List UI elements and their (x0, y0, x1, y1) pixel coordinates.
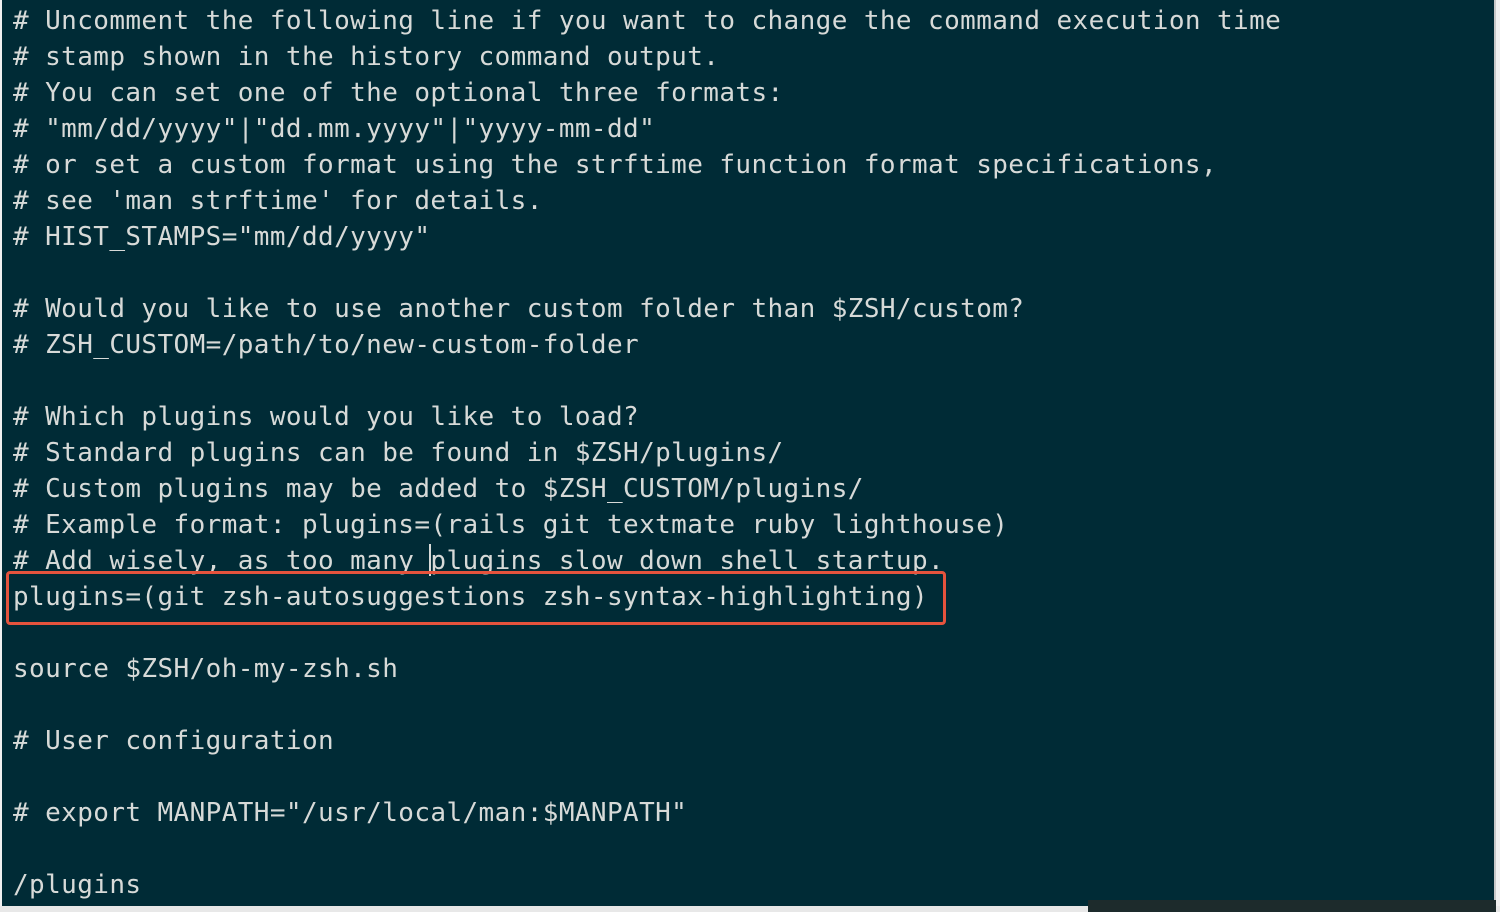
plugins-config-line: plugins=(git zsh-autosuggestions zsh-syn… (13, 582, 929, 612)
code-line: # HIST_STAMPS="mm/dd/yyyy" (13, 222, 431, 252)
code-line: # ZSH_CUSTOM=/path/to/new-custom-folder (13, 330, 640, 360)
code-line: # stamp shown in the history command out… (13, 42, 720, 72)
editor-buffer[interactable]: # Uncomment the following line if you wa… (13, 3, 1494, 903)
code-line: # see 'man strftime' for details. (13, 186, 543, 216)
terminal-window[interactable]: # Uncomment the following line if you wa… (2, 0, 1496, 906)
code-line: source $ZSH/oh-my-zsh.sh (13, 654, 399, 684)
code-line: # Example format: plugins=(rails git tex… (13, 510, 1009, 540)
code-line: # export MANPATH="/usr/local/man:$MANPAT… (13, 798, 688, 828)
code-line: # Uncomment the following line if you wa… (13, 6, 1282, 36)
code-line: # User configuration (13, 726, 335, 756)
code-line: # or set a custom format using the strft… (13, 150, 1217, 180)
text-cursor (429, 544, 431, 576)
code-line: # "mm/dd/yyyy"|"dd.mm.yyyy"|"yyyy-mm-dd" (13, 114, 656, 144)
code-line: # Custom plugins may be added to $ZSH_CU… (13, 474, 864, 504)
background-window-edge (1088, 900, 1496, 912)
code-line: # Which plugins would you like to load? (13, 402, 640, 432)
code-line: # Add wisely, as too many plugins slow d… (13, 546, 945, 576)
code-line: # Standard plugins can be found in $ZSH/… (13, 438, 784, 468)
vim-command-line[interactable]: /plugins (13, 867, 1494, 903)
code-line: # You can set one of the optional three … (13, 78, 784, 108)
code-line: # Would you like to use another custom f… (13, 294, 1025, 324)
